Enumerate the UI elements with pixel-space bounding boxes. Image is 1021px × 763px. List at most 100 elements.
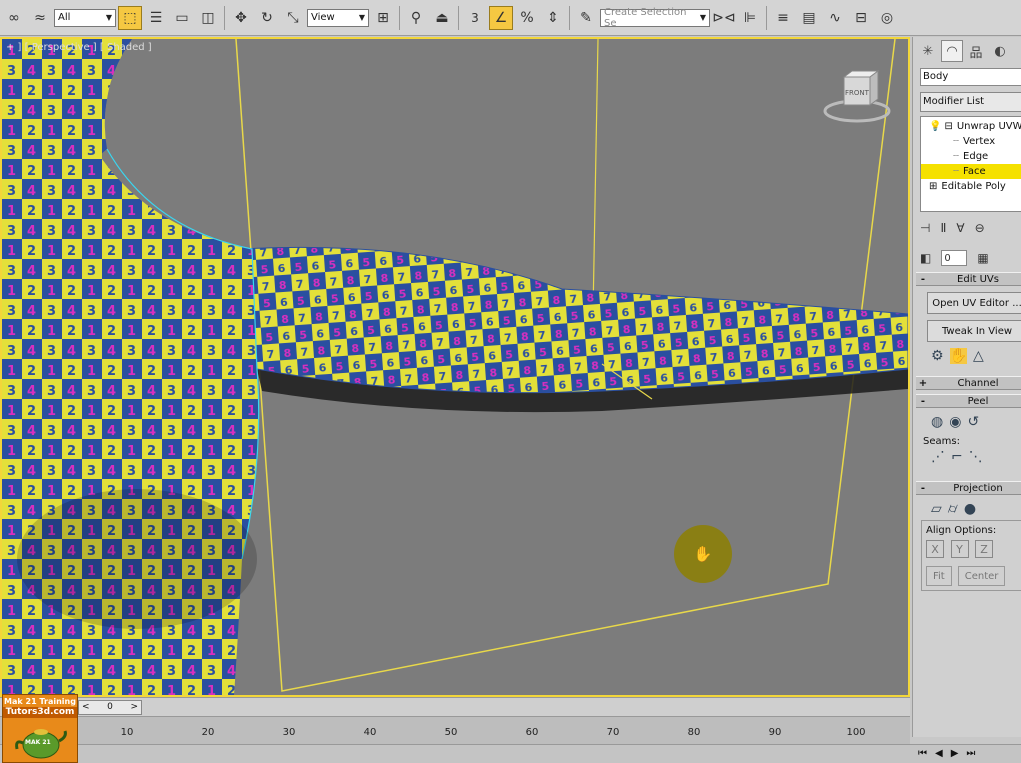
previous-frame-icon[interactable]: ◀ <box>935 748 943 759</box>
modifier-list-dropdown[interactable]: Modifier List <box>920 92 1021 112</box>
grid-icon[interactable]: ▦ <box>977 251 988 265</box>
quick-peel-icon[interactable]: ◉ <box>949 414 961 430</box>
point-to-point-seam-icon[interactable]: ⋰ <box>931 449 945 465</box>
stack-item-editable-poly[interactable]: ⊞ Editable Poly <box>921 179 1021 194</box>
tweak-hand-icon[interactable]: ✋ <box>949 348 967 364</box>
keyboard-shortcut-override-icon[interactable]: ⏏ <box>430 6 454 30</box>
spherical-map-icon[interactable]: ● <box>964 501 976 517</box>
time-slider-value: 0 <box>107 702 113 712</box>
move-icon[interactable]: ✥ <box>229 6 253 30</box>
open-uv-editor-button[interactable]: Open UV Editor ... <box>927 292 1021 314</box>
expand-icon[interactable]: ⊞ <box>929 181 937 192</box>
spinner-snap-icon[interactable]: ⇕ <box>541 6 565 30</box>
time-slider-track: < 0 > <box>0 697 910 716</box>
main-toolbar: ∞ ≈ All ▼ ⬚ ☰ ▭ ◫ ✥ ↻ ⤡ View ▼ ⊞ ⚲ ⏏ 3 ∠… <box>0 0 1021 36</box>
reference-coordinate-dropdown[interactable]: View ▼ <box>307 8 369 27</box>
select-by-name-icon[interactable]: ☰ <box>144 6 168 30</box>
stack-item-face[interactable]: ┄ Face <box>921 164 1021 179</box>
time-slider[interactable]: < 0 > <box>78 699 142 715</box>
align-x-button[interactable]: X <box>926 540 944 558</box>
perspective-viewport[interactable]: 1 2 3 4 5 6 7 8 <box>0 37 910 697</box>
link-icon[interactable]: ∞ <box>2 6 26 30</box>
align-z-button[interactable]: Z <box>975 540 993 558</box>
window-crossing-icon[interactable]: ◫ <box>196 6 220 30</box>
ruler-tick: 90 <box>768 727 782 738</box>
ruler-tick: 100 <box>846 727 866 738</box>
ruler-tick: 50 <box>444 727 458 738</box>
lightbulb-icon[interactable]: 💡 <box>929 121 941 132</box>
material-editor-icon[interactable]: ◎ <box>875 6 899 30</box>
pelt-map-icon[interactable]: ◍ <box>931 414 943 430</box>
selection-tools-row: ◧ 0 ▦ <box>920 248 1021 268</box>
stack-item-unwrap-uvw[interactable]: 💡 ⊟ Unwrap UVW <box>921 119 1021 134</box>
tree-line: ┄ <box>953 166 960 177</box>
separator <box>399 5 400 30</box>
fit-button[interactable]: Fit <box>926 566 952 586</box>
reference-coordinate-value: View <box>311 12 335 23</box>
selection-mode-icon[interactable]: ◧ <box>920 251 931 265</box>
rectangular-selection-icon[interactable]: ▭ <box>170 6 194 30</box>
percent-snap-icon[interactable]: % <box>515 6 539 30</box>
rotate-icon[interactable]: ↻ <box>255 6 279 30</box>
select-object-icon[interactable]: ⬚ <box>118 5 142 30</box>
align-y-button[interactable]: Y <box>950 540 969 558</box>
selection-filter-dropdown[interactable]: All ▼ <box>54 8 116 27</box>
quick-planar-map-icon[interactable]: ⚙ <box>931 348 944 364</box>
object-name-field[interactable]: Body <box>920 68 1021 86</box>
snaps-toggle-icon[interactable]: 3 <box>463 6 487 30</box>
tree-line: ┄ <box>953 136 960 147</box>
rollout-projection[interactable]: - Projection <box>916 481 1021 495</box>
make-unique-icon[interactable]: ∀ <box>956 221 964 235</box>
edit-named-selection-icon[interactable]: ✎ <box>574 6 598 30</box>
go-to-start-icon[interactable]: ⏮ <box>918 748 927 759</box>
mirror-icon[interactable]: ⊳⊲ <box>712 6 736 30</box>
viewport-label[interactable]: + ] [ Perspective ] [ Shaded ] <box>6 42 152 53</box>
layer-manager-icon[interactable]: ≡ <box>771 6 795 30</box>
motion-tab-icon[interactable]: ◐ <box>989 40 1011 62</box>
chevron-down-icon: ▼ <box>699 13 706 22</box>
rollout-toggle: + <box>918 377 928 389</box>
curve-editor-icon[interactable]: ∿ <box>823 6 847 30</box>
viewcube[interactable]: FRONT <box>822 69 892 129</box>
time-slider-next[interactable]: > <box>130 702 138 712</box>
rollout-peel[interactable]: - Peel <box>916 394 1021 408</box>
align-options-label: Align Options: <box>926 525 997 536</box>
center-button[interactable]: Center <box>957 566 1006 586</box>
collapse-icon[interactable]: ⊟ <box>944 121 952 132</box>
align-icon[interactable]: ⊫ <box>738 6 762 30</box>
angle-snap-icon[interactable]: ∠ <box>489 5 513 30</box>
pin-stack-icon[interactable]: ⊣ <box>920 221 930 235</box>
chevron-down-icon: ▼ <box>105 13 112 22</box>
create-tab-icon[interactable]: ✳ <box>917 40 939 62</box>
graphite-ribbon-icon[interactable]: ▤ <box>797 6 821 30</box>
planar-map-icon[interactable]: ▱ <box>931 501 942 517</box>
selection-filter-value: All <box>58 12 71 23</box>
stack-item-vertex[interactable]: ┄ Vertex <box>921 134 1021 149</box>
stack-toolbar: ⊣ Ⅱ ∀ ⊖ <box>920 218 1021 238</box>
edge-seam-icon[interactable]: ⌐ <box>951 449 963 465</box>
next-frame-icon[interactable]: ⏭ <box>966 748 975 759</box>
rollout-title: Peel <box>967 395 989 407</box>
scale-icon[interactable]: ⤡ <box>281 6 305 30</box>
loop-seam-icon[interactable]: ⋱ <box>969 449 983 465</box>
rollout-channel[interactable]: + Channel <box>916 376 1021 390</box>
pivot-center-icon[interactable]: ⊞ <box>371 6 395 30</box>
triangle-icon[interactable]: △ <box>973 348 984 364</box>
cylindrical-map-icon[interactable]: ⌭ <box>948 501 958 517</box>
select-manipulate-icon[interactable]: ⚲ <box>404 6 428 30</box>
spinner-field[interactable]: 0 <box>941 250 968 266</box>
time-slider-prev[interactable]: < <box>82 702 90 712</box>
rollout-edit-uvs[interactable]: - Edit UVs <box>916 272 1021 286</box>
show-end-result-icon[interactable]: Ⅱ <box>940 221 946 235</box>
modify-tab-icon[interactable]: ◠ <box>941 40 963 62</box>
tweak-in-view-button[interactable]: Tweak In View <box>927 320 1021 342</box>
remove-modifier-icon[interactable]: ⊖ <box>975 221 985 235</box>
schematic-view-icon[interactable]: ⊟ <box>849 6 873 30</box>
frame-ruler[interactable]: 10 20 30 40 50 60 70 80 90 100 <box>0 716 910 744</box>
stack-item-edge[interactable]: ┄ Edge <box>921 149 1021 164</box>
reset-peel-icon[interactable]: ↺ <box>967 414 979 430</box>
play-icon[interactable]: ▶ <box>951 748 959 759</box>
hierarchy-tab-icon[interactable]: 品 <box>965 40 987 62</box>
bind-space-warp-icon[interactable]: ≈ <box>28 6 52 30</box>
named-selection-dropdown[interactable]: Create Selection Se ▼ <box>600 7 710 29</box>
